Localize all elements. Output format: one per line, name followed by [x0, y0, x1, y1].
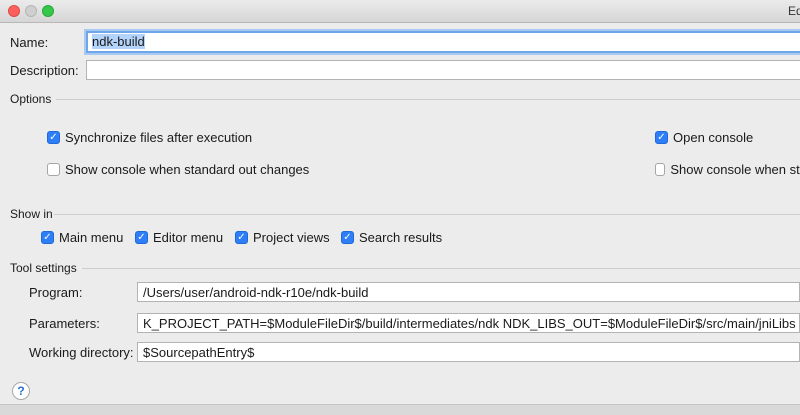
title-bar: Ed [0, 0, 800, 23]
open-console-label: Open console [673, 130, 754, 145]
program-label: Program: [29, 285, 83, 300]
project-views-checkbox[interactable]: ✓ Project views [235, 230, 330, 245]
sync-files-label: Synchronize files after execution [65, 130, 253, 145]
search-results-checkbox[interactable]: ✓ Search results [341, 230, 442, 245]
name-field-value: ndk-build [92, 34, 145, 49]
show-in-group-title: Show in [10, 207, 53, 221]
checkbox-unchecked-icon: ✓ [47, 163, 60, 176]
tool-settings-separator [82, 268, 800, 269]
search-results-label: Search results [359, 230, 443, 245]
main-menu-label: Main menu [59, 230, 124, 245]
working-directory-field[interactable]: $SourcepathEntry$ [137, 342, 800, 362]
editor-menu-checkbox[interactable]: ✓ Editor menu [135, 230, 223, 245]
options-group-title: Options [10, 92, 52, 106]
working-directory-label: Working directory: [29, 345, 134, 360]
name-field[interactable]: ndk-build [86, 31, 800, 53]
checkbox-checked-icon: ✓ [235, 231, 248, 244]
help-button[interactable]: ? [12, 382, 30, 400]
description-field[interactable] [86, 60, 800, 80]
program-field[interactable]: /Users/user/android-ndk-r10e/ndk-build [137, 282, 800, 302]
project-views-label: Project views [253, 230, 330, 245]
checkbox-unchecked-icon: ✓ [655, 163, 666, 176]
window-title: Ed [788, 4, 800, 18]
maximize-window-button[interactable] [42, 5, 54, 17]
parameters-label: Parameters: [29, 316, 100, 331]
checkbox-checked-icon: ✓ [41, 231, 54, 244]
editor-menu-label: Editor menu [153, 230, 224, 245]
description-label: Description: [10, 63, 79, 78]
show-console-stderr-checkbox[interactable]: ✓ Show console when stan [655, 162, 800, 177]
checkbox-checked-icon: ✓ [135, 231, 148, 244]
show-console-stdout-label: Show console when standard out changes [65, 162, 310, 177]
show-console-stdout-checkbox[interactable]: ✓ Show console when standard out changes [47, 162, 309, 177]
close-window-button[interactable] [8, 5, 20, 17]
options-separator [56, 99, 800, 100]
open-console-checkbox[interactable]: ✓ Open console [655, 130, 753, 145]
question-mark-icon: ? [17, 384, 25, 398]
parameters-field[interactable]: K_PROJECT_PATH=$ModuleFileDir$/build/int… [137, 313, 800, 333]
main-menu-checkbox[interactable]: ✓ Main menu [41, 230, 123, 245]
show-console-stderr-label: Show console when stan [670, 162, 800, 177]
checkbox-checked-icon: ✓ [655, 131, 668, 144]
underlying-window-strip [0, 404, 800, 415]
name-label: Name: [10, 35, 49, 50]
tool-settings-group-title: Tool settings [10, 261, 77, 275]
show-in-separator [54, 214, 800, 215]
minimize-window-button[interactable] [25, 5, 37, 17]
checkbox-checked-icon: ✓ [341, 231, 354, 244]
checkbox-checked-icon: ✓ [47, 131, 60, 144]
sync-files-checkbox[interactable]: ✓ Synchronize files after execution [47, 130, 252, 145]
